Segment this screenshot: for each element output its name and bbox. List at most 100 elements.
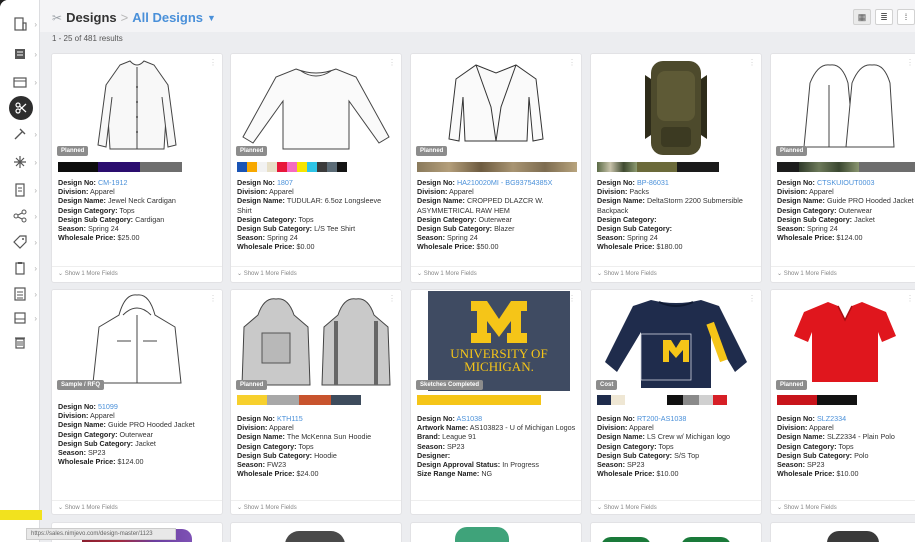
design-card[interactable]	[770, 522, 915, 542]
design-thumbnail[interactable]	[771, 54, 915, 160]
swatch[interactable]	[327, 162, 337, 172]
sidebar-item-home[interactable]: ›	[8, 12, 37, 36]
swatch[interactable]	[683, 395, 699, 405]
design-no-link[interactable]: HA210020MI - BG93754385X	[457, 178, 553, 187]
list-view-button[interactable]: ≣	[875, 9, 893, 25]
design-card[interactable]: ⋮ Planned Design No: CM-1912 Division: A…	[51, 53, 223, 283]
swatch[interactable]	[777, 162, 799, 172]
show-more-link[interactable]: ⌄ Show 1 More Fields	[777, 504, 837, 511]
design-thumbnail[interactable]	[771, 290, 915, 392]
sidebar-item-tags[interactable]: ›	[8, 230, 37, 254]
sidebar-item-calculator[interactable]: ›	[8, 282, 37, 306]
swatch[interactable]	[597, 162, 637, 172]
card-menu-icon[interactable]: ⋮	[568, 58, 576, 67]
design-card[interactable]: ⋮ Planned Design No: 1807 Division: Appa…	[230, 53, 402, 283]
swatch[interactable]	[337, 162, 347, 172]
design-no-link[interactable]: RT200-AS1038	[637, 414, 686, 423]
sidebar-item-catalog[interactable]: ›	[8, 70, 37, 94]
design-card[interactable]	[590, 522, 762, 542]
design-thumbnail[interactable]	[52, 290, 222, 392]
view-selector[interactable]: All Designs	[132, 10, 203, 25]
design-no-link[interactable]: KTH115	[277, 414, 303, 423]
card-menu-icon[interactable]: ⋮	[388, 58, 396, 67]
grid-view-button[interactable]: ▦	[853, 9, 871, 25]
swatch[interactable]	[597, 395, 611, 405]
swatch[interactable]	[799, 162, 859, 172]
show-more-link[interactable]: ⌄ Show 1 More Fields	[417, 270, 477, 277]
show-more-link[interactable]: ⌄ Show 1 More Fields	[237, 504, 297, 511]
sidebar-item-documents[interactable]: ›	[8, 178, 37, 202]
swatch[interactable]	[625, 395, 639, 405]
swatch[interactable]	[417, 395, 541, 405]
swatch[interactable]	[237, 395, 267, 405]
design-thumbnail[interactable]	[52, 54, 222, 160]
show-more-link[interactable]: ⌄ Show 1 More Fields	[58, 504, 118, 511]
design-no-link[interactable]: 51099	[98, 402, 118, 411]
card-menu-icon[interactable]: ⋮	[209, 58, 217, 67]
show-more-link[interactable]: ⌄ Show 1 More Fields	[597, 270, 657, 277]
design-no-link[interactable]: 1807	[277, 178, 293, 187]
swatch[interactable]	[257, 162, 267, 172]
card-menu-icon[interactable]: ⋮	[568, 294, 576, 303]
design-thumbnail[interactable]	[231, 290, 401, 392]
show-more-link[interactable]: ⌄ Show 1 More Fields	[597, 504, 657, 511]
sidebar-item-network[interactable]: ›	[8, 150, 37, 174]
swatch[interactable]	[777, 395, 817, 405]
swatch[interactable]	[699, 395, 713, 405]
sidebar-item-trash[interactable]	[8, 330, 32, 354]
card-menu-icon[interactable]: ⋮	[906, 58, 914, 67]
design-thumbnail[interactable]	[411, 54, 581, 160]
design-card[interactable]: ⋮ Planned Design No: KTH115 Division: Ap…	[230, 289, 402, 515]
sidebar-item-lists[interactable]: ›	[8, 42, 37, 66]
board-view-button[interactable]: ⁞	[897, 9, 915, 25]
design-thumbnail[interactable]	[231, 54, 401, 160]
design-no-link[interactable]: BP-86031	[637, 178, 669, 187]
design-no-link[interactable]: CM-1912	[98, 178, 128, 187]
sidebar-item-designs[interactable]	[9, 96, 33, 120]
swatch[interactable]	[667, 395, 683, 405]
sidebar-item-reports[interactable]: ›	[8, 256, 37, 280]
design-card[interactable]: ⋮ Planned Design No: HA210020MI - BG9375…	[410, 53, 582, 283]
design-card[interactable]	[410, 522, 582, 542]
swatch[interactable]	[98, 162, 140, 172]
swatch[interactable]	[267, 395, 299, 405]
swatch[interactable]	[817, 395, 857, 405]
design-card[interactable]: ⋮ Planned Design No: CTSKUIOUT0003 Divis…	[770, 53, 915, 283]
design-no-link[interactable]: AS1038	[457, 414, 483, 423]
sidebar-item-share[interactable]: ›	[8, 204, 37, 228]
design-card[interactable]: ⋮ Design No: BP-86031 Division: Packs De…	[590, 53, 762, 283]
swatch[interactable]	[677, 162, 719, 172]
breadcrumb-root[interactable]: Designs	[66, 10, 117, 25]
card-menu-icon[interactable]: ⋮	[748, 294, 756, 303]
swatch[interactable]	[637, 162, 677, 172]
swatch[interactable]	[317, 162, 327, 172]
swatch[interactable]	[299, 395, 331, 405]
sidebar-item-inbox[interactable]: ›	[8, 306, 37, 330]
design-card[interactable]: ⋮ Planned Design No: SLZ2334 Division: A…	[770, 289, 915, 515]
card-menu-icon[interactable]: ⋮	[388, 294, 396, 303]
swatch[interactable]	[639, 395, 667, 405]
design-card[interactable]: ⋮ Cost Design No: RT200-AS1038 Division:…	[590, 289, 762, 515]
caret-down-icon[interactable]: ▼	[207, 13, 216, 23]
swatch[interactable]	[611, 395, 625, 405]
swatch[interactable]	[237, 162, 247, 172]
show-more-link[interactable]: ⌄ Show 1 More Fields	[237, 270, 297, 277]
card-menu-icon[interactable]: ⋮	[748, 58, 756, 67]
swatch[interactable]	[331, 395, 361, 405]
design-no-link[interactable]: CTSKUIOUT0003	[817, 178, 875, 187]
design-thumbnail[interactable]	[591, 290, 761, 392]
show-more-link[interactable]: ⌄ Show 1 More Fields	[58, 270, 118, 277]
swatch[interactable]	[297, 162, 307, 172]
show-more-link[interactable]: ⌄ Show 1 More Fields	[777, 270, 837, 277]
swatch[interactable]	[277, 162, 287, 172]
swatch[interactable]	[287, 162, 297, 172]
swatch[interactable]	[859, 162, 915, 172]
design-no-link[interactable]: SLZ2334	[817, 414, 846, 423]
design-card[interactable]: ⋮ Sample / RFQ Design No: 51099 Division…	[51, 289, 223, 515]
swatch[interactable]	[713, 395, 727, 405]
design-card[interactable]	[230, 522, 402, 542]
swatch[interactable]	[417, 162, 577, 172]
design-thumbnail[interactable]: UNIVERSITY OF MICHIGAN.	[411, 290, 581, 392]
swatch[interactable]	[140, 162, 182, 172]
swatch[interactable]	[58, 162, 98, 172]
